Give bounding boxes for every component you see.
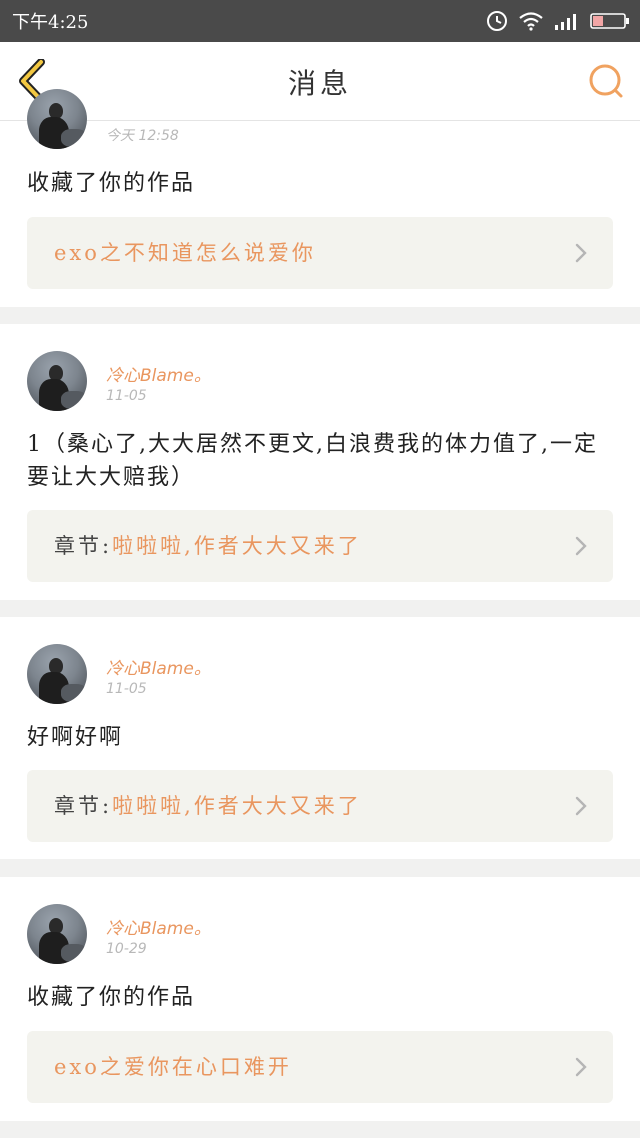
status-time: 下午4:25 xyxy=(12,12,89,33)
work-link-title: 啦啦啦,作者大大又来了 xyxy=(112,794,362,818)
status-icons xyxy=(486,10,630,32)
battery-icon xyxy=(590,13,629,29)
work-link-title: 啦啦啦,作者大大又来了 xyxy=(112,534,362,558)
message-card: 冷心Blame。 11-05 1（桑心了,大大居然不更文,白浪费我的体力值了,一… xyxy=(0,324,640,600)
work-link-prefix: 章节: xyxy=(54,794,113,818)
work-link[interactable]: 章节:啦啦啦,作者大大又来了 xyxy=(27,510,613,582)
work-link-title: exo之爱你在心口难开 xyxy=(54,1055,292,1079)
alarm-icon xyxy=(487,11,507,31)
search-icon xyxy=(589,64,623,98)
status-bar: 下午4:25 xyxy=(0,0,640,42)
work-link-prefix: 章节: xyxy=(54,534,113,558)
message-text: 收藏了你的作品 xyxy=(27,985,196,1010)
message-date: 今天 12:58 xyxy=(106,128,179,144)
username[interactable]: 冷心Blame。 xyxy=(106,914,211,939)
avatar[interactable] xyxy=(27,89,87,149)
work-link-label: 章节:啦啦啦,作者大大又来了 xyxy=(54,510,362,582)
message-card: 今天 12:58 收藏了你的作品 exo之不知道怎么说爱你 xyxy=(0,89,640,307)
wifi-icon xyxy=(519,12,543,31)
avatar[interactable] xyxy=(27,644,87,704)
signal-icon xyxy=(555,14,576,30)
work-link[interactable]: 章节:啦啦啦,作者大大又来了 xyxy=(27,770,613,842)
message-text: 好啊好啊 xyxy=(27,725,124,750)
message-text: 收藏了你的作品 xyxy=(27,171,196,196)
chevron-right-icon xyxy=(575,243,587,263)
chevron-right-icon xyxy=(575,796,587,816)
chevron-right-icon xyxy=(575,536,587,556)
message-date: 10-29 xyxy=(106,941,147,957)
work-link-label: exo之不知道怎么说爱你 xyxy=(54,217,316,289)
message-text: 1（桑心了,大大居然不更文,白浪费我的体力值了,一定要让大大赔我） xyxy=(27,432,598,490)
avatar[interactable] xyxy=(27,351,87,411)
chevron-right-icon xyxy=(575,1057,587,1077)
message-card: 冷心Blame。 11-05 好啊好啊 章节:啦啦啦,作者大大又来了 xyxy=(0,617,640,859)
username[interactable]: 冷心Blame。 xyxy=(106,361,211,386)
work-link[interactable]: exo之不知道怎么说爱你 xyxy=(27,217,613,289)
message-date: 11-05 xyxy=(106,681,147,697)
search-button[interactable] xyxy=(586,60,626,102)
message-date: 11-05 xyxy=(106,388,147,404)
nav-bar: 消息 xyxy=(0,42,640,121)
work-link-label: 章节:啦啦啦,作者大大又来了 xyxy=(54,770,362,842)
work-link[interactable]: exo之爱你在心口难开 xyxy=(27,1031,613,1103)
avatar[interactable] xyxy=(27,904,87,964)
page-title: 消息 xyxy=(287,67,352,100)
username[interactable]: 冷心Blame。 xyxy=(106,654,211,679)
work-link-label: exo之爱你在心口难开 xyxy=(54,1031,292,1103)
message-card: 冷心Blame。 10-29 收藏了你的作品 exo之爱你在心口难开 xyxy=(0,877,640,1121)
work-link-title: exo之不知道怎么说爱你 xyxy=(54,241,316,265)
